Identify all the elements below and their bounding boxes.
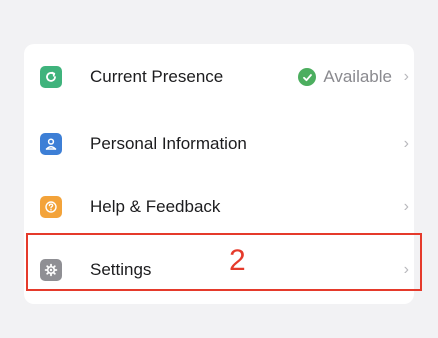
chevron-right-icon: › [403,198,409,215]
menu-item-personal-information[interactable]: Personal Information › [24,114,414,174]
menu-item-label: Current Presence [90,67,224,86]
menu-item-current-presence[interactable]: Current Presence Available › [24,47,414,107]
presence-status: Available [298,67,392,87]
menu-item-label: Help & Feedback [90,197,221,216]
chevron-right-icon: › [403,135,409,152]
menu-item-label: Settings [90,260,152,279]
menu-item-label: Personal Information [90,134,247,153]
presence-status-text: Available [323,67,392,86]
chevron-right-icon: › [403,261,409,278]
settings-menu-card: Current Presence Available › Personal In… [24,44,422,304]
help-icon [40,196,62,218]
gear-icon [40,259,62,281]
menu-item-settings[interactable]: Settings › [24,240,414,300]
presence-icon [40,66,62,88]
person-icon [40,133,62,155]
annotation-step-number: 2 [229,244,246,277]
menu-item-help-feedback[interactable]: Help & Feedback › [24,177,414,237]
chevron-right-icon: › [403,68,409,85]
available-check-icon [298,68,317,86]
